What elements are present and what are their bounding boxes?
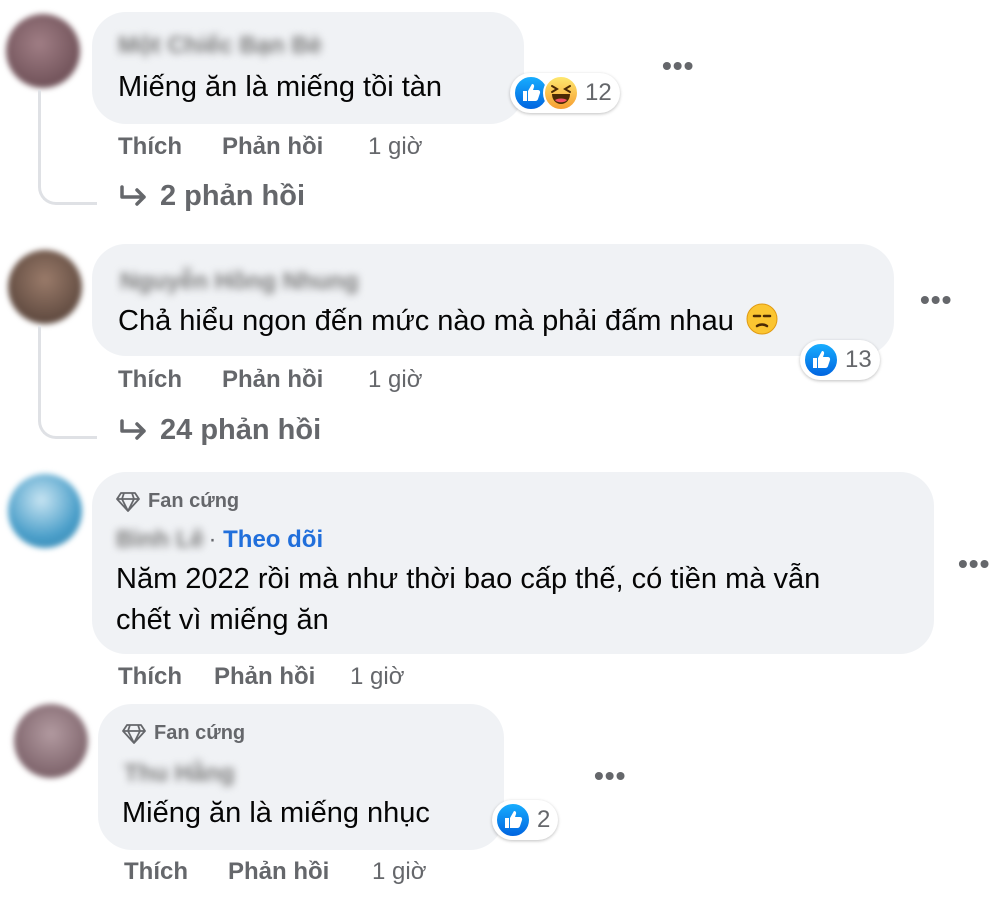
comment-actions: Thích Phản hồi 1 giờ (0, 133, 500, 163)
more-options-icon[interactable]: ••• (662, 52, 694, 80)
more-options-icon[interactable]: ••• (958, 550, 990, 578)
like-button[interactable]: Thích (124, 858, 188, 886)
comment-text-line: chết vì miếng ăn (116, 604, 329, 636)
comment-bubble: Fan cứng Bình Lê · Theo dõi Năm 2022 rồi… (92, 472, 934, 654)
comment-text: Năm 2022 rồi mà như thời bao cấp thế, có… (116, 558, 820, 641)
reaction-count: 12 (585, 79, 612, 106)
comment-author[interactable]: Một Chiếc Bạn Bè (118, 32, 322, 60)
avatar[interactable] (8, 474, 82, 548)
reply-button[interactable]: Phản hồi (214, 663, 315, 691)
haha-icon (543, 75, 579, 111)
comment-bubble: Nguyễn Hồng Nhung Chả hiểu ngon đến mức … (92, 244, 894, 356)
reply-arrow-icon (120, 184, 146, 206)
top-fan-badge: Fan cứng (122, 722, 245, 745)
timestamp[interactable]: 1 giờ (372, 858, 426, 886)
diamond-icon (116, 491, 140, 512)
follow-link[interactable]: · Theo dõi (208, 526, 323, 553)
more-options-icon[interactable]: ••• (594, 762, 626, 790)
like-button[interactable]: Thích (118, 133, 182, 161)
comment-bubble: Fan cứng Thu Hằng Miếng ăn là miếng nhục (98, 704, 504, 850)
reaction-count: 13 (845, 346, 872, 373)
badge-label: Fan cứng (148, 490, 240, 512)
replies-count: 2 phản hồi (160, 180, 305, 212)
badge-label: Fan cứng (154, 722, 246, 744)
avatar[interactable] (6, 14, 80, 88)
reply-button[interactable]: Phản hồi (222, 133, 323, 161)
avatar[interactable] (8, 250, 82, 324)
reaction-summary[interactable]: 2 (492, 800, 559, 840)
diamond-icon (122, 723, 146, 744)
comment-author[interactable]: Nguyễn Hồng Nhung (120, 268, 359, 296)
view-replies[interactable]: 24 phản hồi (118, 414, 321, 447)
reaction-summary[interactable]: 13 (800, 340, 880, 380)
avatar[interactable] (14, 704, 88, 778)
comment-actions: Thích Phản hồi 1 giờ (0, 366, 500, 396)
view-replies[interactable]: 2 phản hồi (118, 180, 305, 213)
separator-dot: · (208, 526, 217, 553)
comment-text-line: Năm 2022 rồi mà như thời bao cấp thế, có… (116, 563, 821, 595)
comment-actions: Thích Phản hồi 1 giờ (0, 663, 500, 693)
comment-text: Chả hiểu ngon đến mức nào mà phải đấm nh… (118, 300, 778, 342)
unamused-emoji-icon (746, 303, 778, 335)
top-fan-badge: Fan cứng (116, 490, 239, 513)
more-options-icon[interactable]: ••• (920, 286, 952, 314)
timestamp[interactable]: 1 giờ (368, 366, 422, 394)
like-icon (495, 802, 531, 838)
author-row: Bình Lê · Theo dõi (116, 526, 323, 554)
reaction-count: 2 (537, 806, 551, 833)
comment-text: Miếng ăn là miếng nhục (122, 797, 430, 829)
like-button[interactable]: Thích (118, 366, 182, 394)
comment-author[interactable]: Thu Hằng (124, 760, 235, 788)
comment-author[interactable]: Bình Lê (116, 526, 204, 553)
like-icon (803, 342, 839, 378)
timestamp[interactable]: 1 giờ (368, 133, 422, 161)
comment-actions: Thích Phản hồi 1 giờ (0, 858, 500, 888)
reply-arrow-icon (120, 418, 146, 440)
follow-label[interactable]: Theo dõi (223, 526, 323, 553)
reply-button[interactable]: Phản hồi (222, 366, 323, 394)
timestamp[interactable]: 1 giờ (350, 663, 404, 691)
replies-count: 24 phản hồi (160, 414, 322, 446)
reaction-summary[interactable]: 12 (510, 73, 620, 113)
comment-text: Miếng ăn là miếng tồi tàn (118, 71, 443, 103)
reply-button[interactable]: Phản hồi (228, 858, 329, 886)
comment-bubble: Một Chiếc Bạn Bè Miếng ăn là miếng tồi t… (92, 12, 524, 124)
like-button[interactable]: Thích (118, 663, 182, 691)
